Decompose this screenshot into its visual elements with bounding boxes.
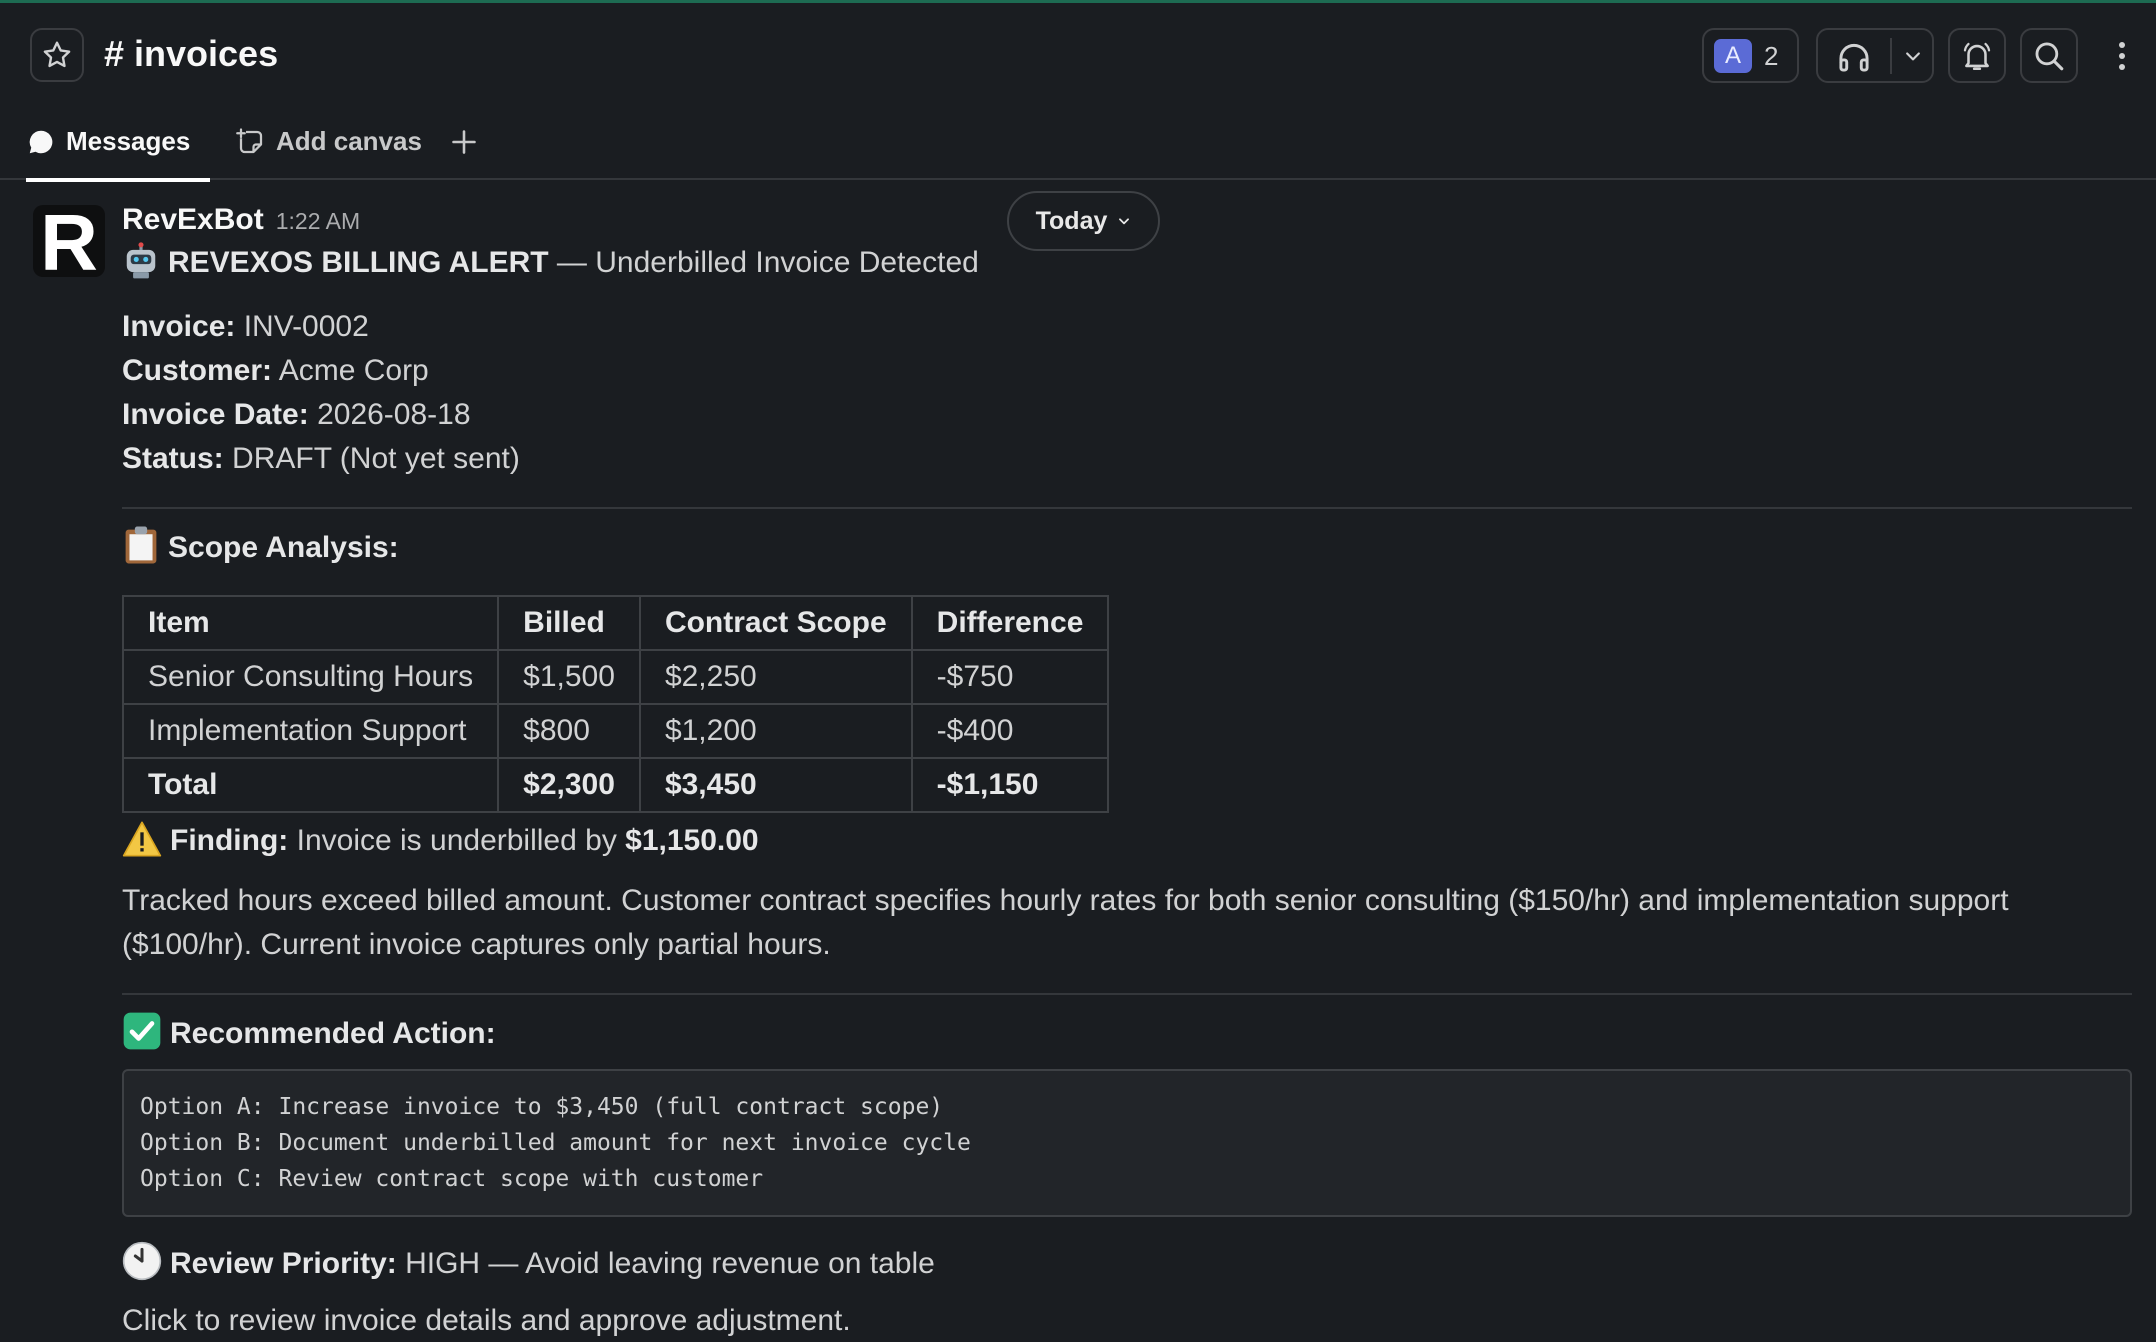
option-line: Option A: Increase invoice to $3,450 (fu… xyxy=(140,1094,944,1120)
table-cell: Implementation Support xyxy=(121,703,500,759)
options-code-block: Option A: Increase invoice to $3,450 (fu… xyxy=(122,1069,2132,1217)
table-cell: -$400 xyxy=(910,703,1110,759)
table-cell: Total xyxy=(121,757,500,813)
column-header: Contract Scope xyxy=(638,595,913,651)
table-cell: -$1,150 xyxy=(910,757,1110,813)
recommended-action-heading: Recommended Action: xyxy=(122,1011,2132,1061)
divider xyxy=(122,993,2132,995)
field-value: Acme Corp xyxy=(272,354,429,387)
divider xyxy=(122,507,2132,509)
search-icon xyxy=(2035,42,2064,70)
robot-icon xyxy=(122,242,160,293)
tab-messages[interactable]: Messages xyxy=(26,103,210,182)
member-avatar: A xyxy=(1714,39,1752,73)
table-cell: -$750 xyxy=(910,649,1110,705)
message-timestamp[interactable]: 1:22 AM xyxy=(276,208,360,234)
field-value: INV-0002 xyxy=(235,310,369,343)
review-priority-line: Review Priority: HIGH — Avoid leaving re… xyxy=(122,1241,2132,1291)
field-invoice-date: Invoice Date: 2026-08-18 xyxy=(122,393,2132,437)
table-row: Implementation Support $800 $1,200 -$400 xyxy=(121,703,1110,759)
channel-header: # invoices A 2 xyxy=(0,3,2156,103)
canvas-icon xyxy=(236,127,266,157)
add-tab-button[interactable] xyxy=(446,103,482,180)
check-mark-icon xyxy=(122,1011,162,1064)
plus-icon xyxy=(452,129,476,154)
members-button[interactable]: A 2 xyxy=(1702,28,1799,83)
kebab-menu-icon xyxy=(2119,42,2125,70)
field-value: DRAFT (Not yet sent) xyxy=(223,442,520,475)
finding-amount: $1,150.00 xyxy=(625,824,759,857)
alert-title: REVEXOS BILLING ALERT xyxy=(168,246,549,279)
table-total-row: Total $2,300 $3,450 -$1,150 xyxy=(121,757,1110,813)
column-header: Billed xyxy=(497,595,641,651)
field-label: Customer: xyxy=(122,354,273,387)
message-header: RevExBot 1:22 AM xyxy=(122,203,360,237)
table-header-row: Item Billed Contract Scope Difference xyxy=(121,595,1110,651)
option-line: Option C: Review contract scope with cus… xyxy=(140,1166,764,1192)
recommended-heading-text: Recommended Action: xyxy=(170,1017,496,1050)
bell-icon xyxy=(1963,42,1991,70)
notifications-button[interactable] xyxy=(1948,28,2006,83)
huddle-separator xyxy=(1890,38,1892,74)
alert-title-line: REVEXOS BILLING ALERT — Underbilled Invo… xyxy=(122,241,2132,291)
scope-table: Item Billed Contract Scope Difference Se… xyxy=(121,595,1110,813)
field-value: 2026-08-18 xyxy=(308,398,471,431)
option-line: Option B: Document underbilled amount fo… xyxy=(140,1130,971,1156)
message-body: REVEXOS BILLING ALERT — Underbilled Invo… xyxy=(121,241,2132,1342)
field-label: Invoice: xyxy=(122,310,236,343)
cta-text: Click to review invoice details and appr… xyxy=(122,1304,851,1337)
message-icon xyxy=(26,127,56,157)
member-count: 2 xyxy=(1764,41,1779,71)
invoice-fields: Invoice: INV-0002 Customer: Acme Corp In… xyxy=(122,305,2132,481)
alert-subtitle: — Underbilled Invoice Detected xyxy=(548,246,979,279)
date-divider-label: Today xyxy=(1035,206,1108,235)
tab-add-canvas-label: Add canvas xyxy=(276,126,422,156)
scope-heading-text: Scope Analysis: xyxy=(168,531,399,564)
table-cell: $1,500 xyxy=(497,649,641,705)
field-label: Status: xyxy=(122,442,224,475)
clock-icon xyxy=(122,1241,162,1294)
field-customer: Customer: Acme Corp xyxy=(122,349,2132,393)
clipboard-icon xyxy=(122,525,160,578)
field-invoice: Invoice: INV-0002 xyxy=(122,305,2132,349)
sender-name[interactable]: RevExBot xyxy=(122,203,264,236)
explanation-text: Tracked hours exceed billed amount. Cust… xyxy=(122,884,2009,961)
column-header: Item xyxy=(121,595,500,651)
star-icon xyxy=(43,41,71,68)
headphones-icon xyxy=(1839,43,1869,72)
scope-analysis-heading: Scope Analysis: xyxy=(122,525,2132,575)
channel-title[interactable]: # invoices xyxy=(104,33,278,75)
more-options-button[interactable] xyxy=(2104,33,2140,79)
table-cell: $800 xyxy=(497,703,641,759)
finding-label: Finding: xyxy=(170,824,289,857)
field-status: Status: DRAFT (Not yet sent) xyxy=(122,437,2132,481)
slack-channel-view: # invoices A 2 Messages Add canvas Today… xyxy=(0,0,2156,1342)
field-label: Invoice Date: xyxy=(122,398,309,431)
tab-messages-label: Messages xyxy=(66,126,191,156)
column-header: Difference xyxy=(910,595,1110,651)
warning-icon xyxy=(122,820,162,871)
finding-text: Invoice is underbilled by xyxy=(288,824,626,857)
active-tab-indicator xyxy=(26,178,210,182)
priority-label: Review Priority: xyxy=(170,1247,397,1280)
table-cell: $2,250 xyxy=(638,649,913,705)
table-cell: Senior Consulting Hours xyxy=(121,649,500,705)
table-cell: $2,300 xyxy=(497,757,641,813)
table-cell: $3,450 xyxy=(638,757,913,813)
channel-tabs: Messages Add canvas xyxy=(0,103,2156,182)
chevron-down-icon xyxy=(1117,214,1131,228)
priority-text: HIGH — Avoid leaving revenue on table xyxy=(396,1247,935,1280)
finding-line: Finding: Invoice is underbilled by $1,15… xyxy=(122,819,2132,869)
chevron-down-icon[interactable] xyxy=(1902,46,1924,66)
table-row: Senior Consulting Hours $1,500 $2,250 -$… xyxy=(121,649,1110,705)
tab-add-canvas[interactable]: Add canvas xyxy=(236,103,422,180)
star-channel-button[interactable] xyxy=(30,28,84,82)
huddle-button[interactable] xyxy=(1816,28,1934,83)
search-button[interactable] xyxy=(2020,28,2078,83)
bot-avatar[interactable]: R xyxy=(33,205,105,277)
table-cell: $1,200 xyxy=(638,703,913,759)
